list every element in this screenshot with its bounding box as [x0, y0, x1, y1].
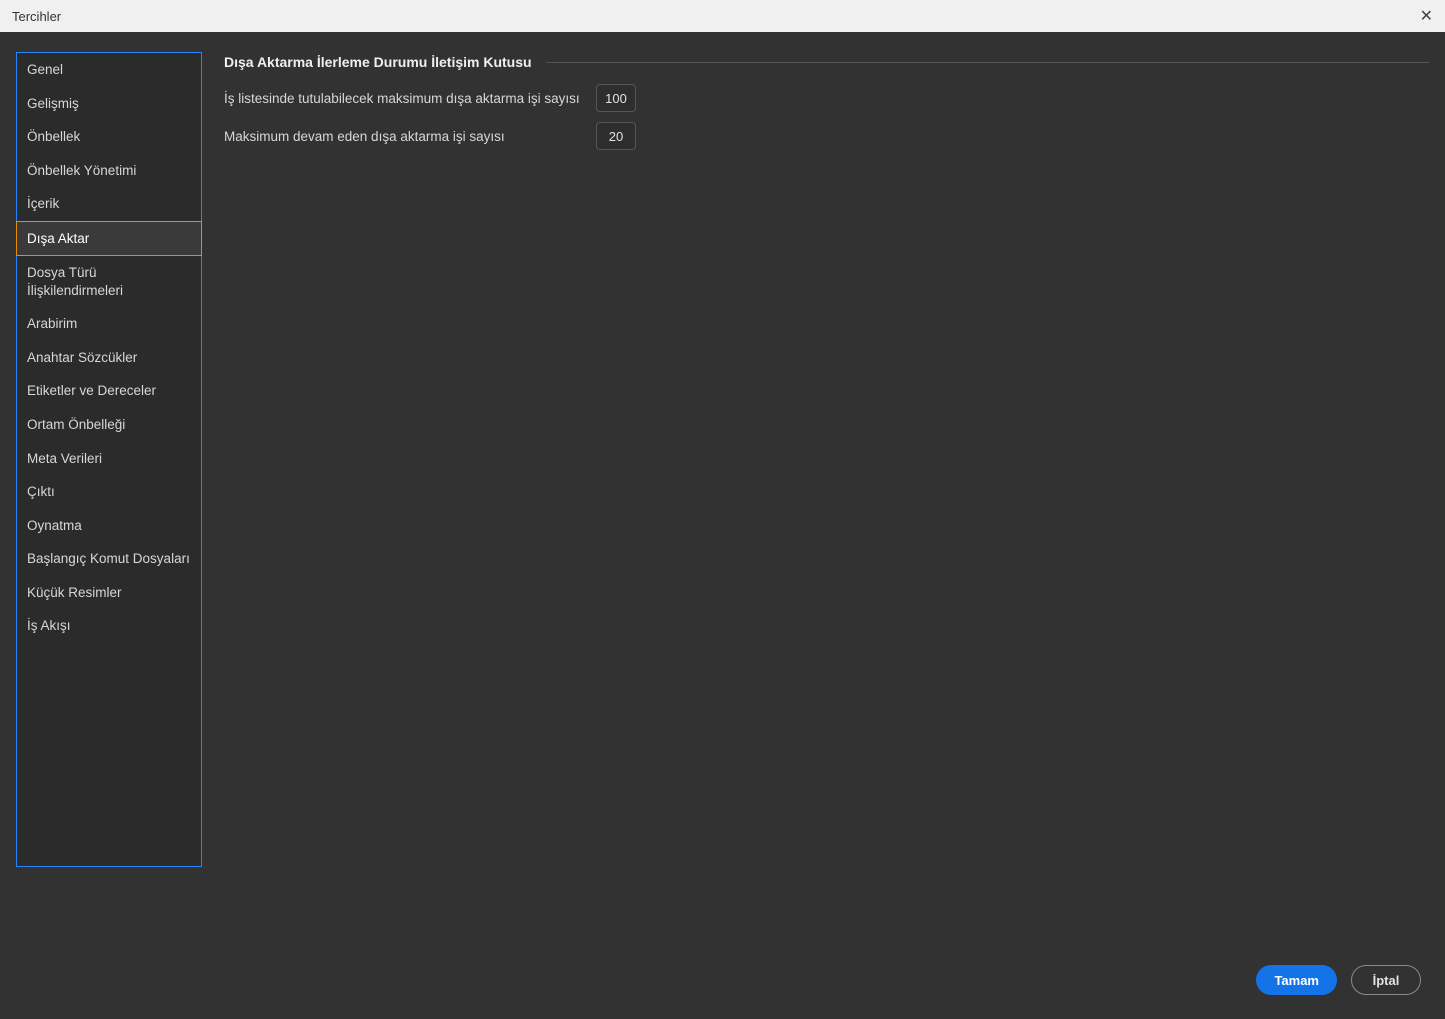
sidebar-item-label: Etiketler ve Dereceler	[27, 383, 156, 398]
sidebar-item-label: Önbellek Yönetimi	[27, 163, 136, 178]
sidebar-item-export[interactable]: Dışa Aktar	[16, 221, 202, 257]
max-concurrent-input[interactable]	[596, 122, 636, 150]
sidebar-item-label: Dosya Türü İlişkilendirmeleri	[27, 265, 123, 298]
sidebar-item-label: Genel	[27, 62, 63, 77]
section-title-row: Dışa Aktarma İlerleme Durumu İletişim Ku…	[224, 54, 1429, 70]
sidebar: Genel Gelişmiş Önbellek Önbellek Yönetimi İç…	[16, 52, 202, 867]
main-area: Genel Gelişmiş Önbellek Önbellek Yönetimi İç…	[0, 32, 1445, 949]
sidebar-item-advanced[interactable]: Gelişmiş	[17, 87, 201, 121]
sidebar-item-keywords[interactable]: Anahtar Sözcükler	[17, 341, 201, 375]
sidebar-item-label: Önbellek	[27, 129, 80, 144]
sidebar-item-general[interactable]: Genel	[17, 53, 201, 87]
sidebar-item-interface[interactable]: Arabirim	[17, 307, 201, 341]
sidebar-item-label: Başlangıç Komut Dosyaları	[27, 551, 190, 566]
button-bar: Tamam İptal	[0, 949, 1445, 1019]
sidebar-item-workflow[interactable]: İş Akışı	[17, 609, 201, 643]
sidebar-item-label: İçerik	[27, 196, 59, 211]
section-title: Dışa Aktarma İlerleme Durumu İletişim Ku…	[224, 54, 532, 70]
sidebar-item-startup-scripts[interactable]: Başlangıç Komut Dosyaları	[17, 542, 201, 576]
cancel-button[interactable]: İptal	[1351, 965, 1421, 995]
max-jobs-row: İş listesinde tutulabilecek maksimum dış…	[224, 84, 1429, 112]
sidebar-item-label: İş Akışı	[27, 618, 71, 633]
sidebar-item-cache[interactable]: Önbellek	[17, 120, 201, 154]
max-jobs-input[interactable]	[596, 84, 636, 112]
sidebar-item-label: Dışa Aktar	[27, 231, 89, 246]
sidebar-item-cache-management[interactable]: Önbellek Yönetimi	[17, 154, 201, 188]
sidebar-item-output[interactable]: Çıktı	[17, 475, 201, 509]
sidebar-item-thumbnails[interactable]: Küçük Resimler	[17, 576, 201, 610]
sidebar-item-label: Anahtar Sözcükler	[27, 350, 137, 365]
sidebar-item-label: Arabirim	[27, 316, 77, 331]
max-concurrent-label: Maksimum devam eden dışa aktarma işi say…	[224, 129, 584, 144]
sidebar-item-label: Meta Verileri	[27, 451, 102, 466]
window-title: Tercihler	[12, 9, 61, 24]
sidebar-item-file-type-associations[interactable]: Dosya Türü İlişkilendirmeleri	[17, 256, 201, 307]
max-concurrent-row: Maksimum devam eden dışa aktarma işi say…	[224, 122, 1429, 150]
sidebar-item-metadata[interactable]: Meta Verileri	[17, 442, 201, 476]
sidebar-item-playback[interactable]: Oynatma	[17, 509, 201, 543]
titlebar: Tercihler ✕	[0, 0, 1445, 32]
section-divider	[546, 62, 1429, 63]
ok-button[interactable]: Tamam	[1256, 965, 1337, 995]
sidebar-item-label: Ortam Önbelleği	[27, 417, 125, 432]
sidebar-item-label: Oynatma	[27, 518, 82, 533]
content-panel: Dışa Aktarma İlerleme Durumu İletişim Ku…	[224, 52, 1429, 949]
max-jobs-label: İş listesinde tutulabilecek maksimum dış…	[224, 91, 584, 106]
close-icon[interactable]: ✕	[1420, 6, 1433, 26]
sidebar-item-media-cache[interactable]: Ortam Önbelleği	[17, 408, 201, 442]
sidebar-item-label: Gelişmiş	[27, 96, 79, 111]
sidebar-item-label: Küçük Resimler	[27, 585, 122, 600]
sidebar-item-content[interactable]: İçerik	[17, 187, 201, 221]
sidebar-item-labels-ratings[interactable]: Etiketler ve Dereceler	[17, 374, 201, 408]
sidebar-item-label: Çıktı	[27, 484, 55, 499]
